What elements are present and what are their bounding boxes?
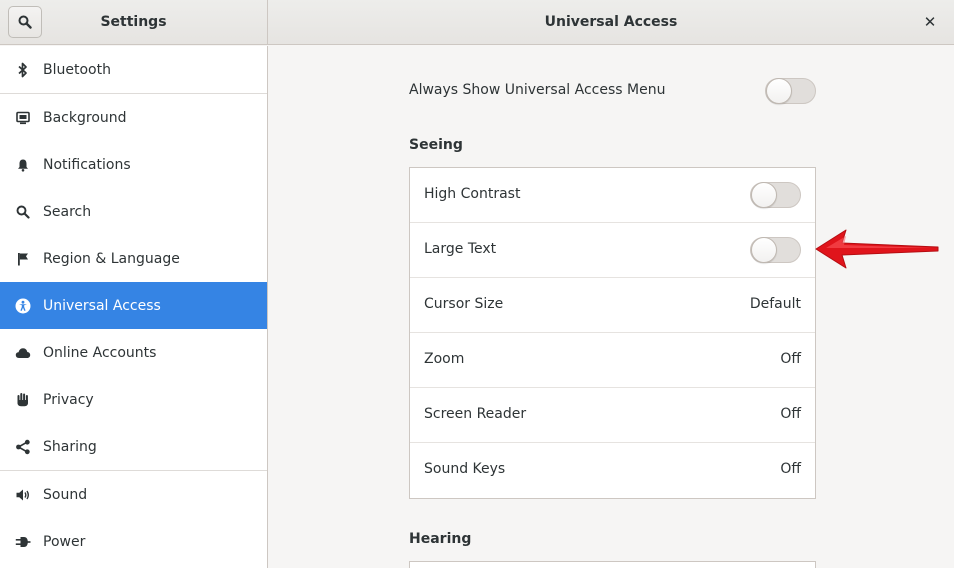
sidebar-item-sound[interactable]: Sound <box>0 471 267 518</box>
annotation-arrow-icon <box>815 229 939 269</box>
row-value: Off <box>780 461 801 477</box>
sidebar-item-label: Online Accounts <box>43 344 157 361</box>
bluetooth-icon <box>14 61 32 79</box>
large-text-row[interactable]: Large Text <box>410 223 815 278</box>
sidebar-item-label: Power <box>43 533 86 550</box>
sidebar-item-label: Privacy <box>43 391 94 408</box>
sidebar-item-label: Region & Language <box>43 250 180 267</box>
settings-title: Settings <box>100 14 167 30</box>
row-label: High Contrast <box>424 186 521 202</box>
background-icon <box>14 109 32 127</box>
row-label: Large Text <box>424 241 497 257</box>
zoom-row[interactable]: Zoom Off <box>410 333 815 388</box>
row-label: Sound Keys <box>424 461 506 477</box>
cursor-size-row[interactable]: Cursor Size Default <box>410 278 815 333</box>
row-label: Zoom <box>424 351 465 367</box>
plug-icon <box>14 533 32 551</box>
switch-knob <box>751 237 777 263</box>
sound-keys-row[interactable]: Sound Keys Off <box>410 443 815 498</box>
hearing-list <box>409 561 816 568</box>
row-value: Off <box>780 406 801 422</box>
hearing-heading: Hearing <box>409 531 472 547</box>
sidebar-item-online-accounts[interactable]: Online Accounts <box>0 329 267 376</box>
cloud-icon <box>14 344 32 362</box>
always-show-switch[interactable] <box>765 78 816 104</box>
high-contrast-row[interactable]: High Contrast <box>410 168 815 223</box>
sidebar-item-sharing[interactable]: Sharing <box>0 423 267 470</box>
sidebar-item-bluetooth[interactable]: Bluetooth <box>0 46 267 93</box>
flag-icon <box>14 250 32 268</box>
search-icon <box>14 203 32 221</box>
sidebar-item-power[interactable]: Power <box>0 518 267 565</box>
row-label: Screen Reader <box>424 406 527 422</box>
close-button[interactable]: ✕ <box>916 8 944 36</box>
high-contrast-switch[interactable] <box>750 182 801 208</box>
sidebar-item-region-language[interactable]: Region & Language <box>0 235 267 282</box>
speaker-icon <box>14 486 32 504</box>
accessibility-icon <box>14 297 32 315</box>
panel-title: Universal Access <box>544 14 678 30</box>
sidebar-item-label: Sharing <box>43 438 97 455</box>
close-icon: ✕ <box>923 13 937 31</box>
seeing-heading: Seeing <box>409 137 463 153</box>
hand-icon <box>14 391 32 409</box>
sidebar-item-label: Background <box>43 109 127 126</box>
sidebar: Bluetooth Background Notifications Searc… <box>0 46 268 568</box>
row-label: Cursor Size <box>424 296 504 312</box>
sidebar-item-label: Search <box>43 203 92 220</box>
header-bar: Settings Universal Access ✕ <box>0 0 954 45</box>
row-value: Off <box>780 351 801 367</box>
universal-access-panel: Always Show Universal Access Menu Seeing… <box>269 46 954 568</box>
sidebar-item-background[interactable]: Background <box>0 94 267 141</box>
header-left: Settings <box>0 0 268 45</box>
always-show-label: Always Show Universal Access Menu <box>409 82 666 98</box>
sidebar-item-privacy[interactable]: Privacy <box>0 376 267 423</box>
switch-knob <box>751 182 777 208</box>
screen-reader-row[interactable]: Screen Reader Off <box>410 388 815 443</box>
sidebar-item-search[interactable]: Search <box>0 188 267 235</box>
sidebar-item-label: Bluetooth <box>43 61 111 78</box>
seeing-list: High Contrast Large Text Cursor Size Def… <box>409 167 816 499</box>
share-icon <box>14 438 32 456</box>
sidebar-item-label: Notifications <box>43 156 131 173</box>
header-right: Universal Access ✕ <box>268 0 954 45</box>
sidebar-item-label: Universal Access <box>43 297 161 314</box>
switch-knob <box>766 78 792 104</box>
bell-icon <box>14 156 32 174</box>
sidebar-item-universal-access[interactable]: Universal Access <box>0 282 267 329</box>
sidebar-item-label: Sound <box>43 486 88 503</box>
row-value: Default <box>749 296 801 312</box>
large-text-switch[interactable] <box>750 237 801 263</box>
sidebar-item-notifications[interactable]: Notifications <box>0 141 267 188</box>
